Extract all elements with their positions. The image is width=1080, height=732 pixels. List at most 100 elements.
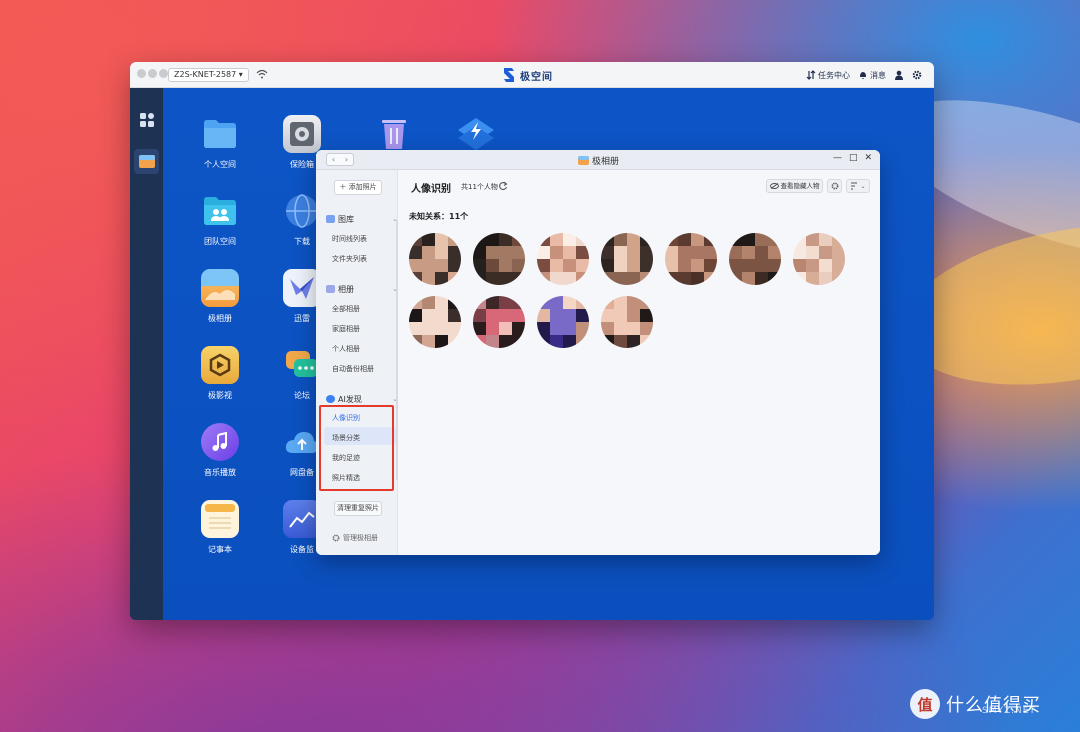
sidebar-item-timeline[interactable]: 时间线列表 (332, 232, 367, 246)
clean-duplicates-button[interactable]: 清理重复照片 (334, 501, 382, 516)
face-avatar[interactable] (473, 233, 525, 285)
face-mosaic-pixel (499, 335, 512, 348)
face-mosaic-pixel (678, 233, 691, 246)
manage-album-link[interactable]: 管理极相册 (332, 533, 378, 543)
face-mosaic-pixel (576, 233, 589, 246)
face-mosaic-pixel (448, 233, 461, 246)
face-mosaic-pixel (486, 233, 499, 246)
ai-icon (326, 395, 335, 403)
face-avatar[interactable] (665, 233, 717, 285)
face-avatar[interactable] (537, 296, 589, 348)
face-mosaic-pixel (742, 233, 755, 246)
task-center-button[interactable]: 任务中心 (806, 70, 850, 81)
photo-album-icon (578, 155, 589, 165)
face-mosaic-pixel (550, 309, 563, 322)
app-trash[interactable] (358, 115, 430, 153)
face-mosaic-pixel (576, 272, 589, 285)
sidebar-item-all-albums[interactable]: 全部相册 (332, 302, 360, 316)
face-mosaic-pixel (473, 272, 486, 285)
face-avatar[interactable] (729, 233, 781, 285)
face-mosaic-pixel (576, 296, 589, 309)
sidebar-item-folders[interactable]: 文件夹列表 (332, 252, 367, 266)
face-mosaic-pixel (793, 246, 806, 259)
face-mosaic-pixel (512, 322, 525, 335)
refresh-icon[interactable] (498, 181, 508, 191)
face-avatar[interactable] (793, 233, 845, 285)
face-mosaic-pixel (640, 296, 653, 309)
face-mosaic-pixel (614, 272, 627, 285)
maximize-button[interactable]: □ (849, 153, 858, 163)
face-mosaic-pixel (691, 246, 704, 259)
face-mosaic-pixel (601, 309, 614, 322)
messages-button[interactable]: 消息 (858, 70, 886, 81)
maximize-dot[interactable] (159, 69, 168, 78)
face-mosaic-pixel (640, 322, 653, 335)
app-lightning[interactable] (440, 115, 512, 153)
sort-button[interactable]: ⌄ (846, 179, 870, 193)
close-dot[interactable] (137, 69, 146, 78)
face-mosaic-pixel (729, 233, 742, 246)
face-mosaic-pixel (537, 259, 550, 272)
face-avatar[interactable] (537, 233, 589, 285)
face-mosaic-pixel (550, 272, 563, 285)
minimize-dot[interactable] (148, 69, 157, 78)
section-albums[interactable]: 相册 ⌄ (326, 282, 398, 296)
face-avatar[interactable] (601, 296, 653, 348)
app-photo-album[interactable]: 极相册 (184, 269, 256, 324)
face-avatar[interactable] (409, 233, 461, 285)
face-avatar[interactable] (409, 296, 461, 348)
face-mosaic-pixel (537, 296, 550, 309)
view-hidden-people-button[interactable]: 查看隐藏人物 (766, 179, 823, 193)
settings-button[interactable] (912, 70, 922, 80)
back-button[interactable]: ‹ (327, 154, 340, 165)
face-mosaic-pixel (640, 335, 653, 348)
face-mosaic-pixel (550, 322, 563, 335)
face-mosaic-pixel (512, 335, 525, 348)
face-mosaic-pixel (473, 246, 486, 259)
safe-icon (283, 115, 321, 153)
face-mosaic-pixel (550, 246, 563, 259)
face-mosaic-pixel (563, 233, 576, 246)
section-ai[interactable]: AI发现 ⌄ (326, 392, 398, 406)
dock-photo-album[interactable] (134, 149, 159, 174)
face-mosaic-pixel (704, 272, 717, 285)
user-button[interactable] (894, 70, 904, 80)
minimize-button[interactable]: — (833, 153, 842, 163)
face-mosaic-pixel (627, 259, 640, 272)
face-mosaic-pixel (627, 272, 640, 285)
face-mosaic-pixel (678, 272, 691, 285)
app-video[interactable]: 极影视 (184, 346, 256, 401)
app-notepad[interactable]: 记事本 (184, 500, 256, 555)
settings-button[interactable] (827, 179, 842, 193)
notepad-icon (201, 500, 239, 538)
chevron-down-icon: ⌄ (860, 182, 866, 190)
app-team-space[interactable]: 团队空间 (184, 192, 256, 247)
face-mosaic-pixel (473, 259, 486, 272)
dock-apps-button[interactable] (134, 107, 159, 132)
grid-icon (139, 112, 154, 127)
music-icon (201, 423, 239, 461)
face-avatar[interactable] (601, 233, 653, 285)
face-mosaic-pixel (601, 296, 614, 309)
face-mosaic-pixel (435, 309, 448, 322)
face-mosaic-pixel (614, 233, 627, 246)
face-mosaic-pixel (640, 246, 653, 259)
face-mosaic-pixel (768, 272, 781, 285)
close-button[interactable]: ✕ (864, 153, 872, 163)
add-photos-button[interactable]: ＋ 添加照片 (334, 180, 382, 195)
sidebar-item-auto-backup[interactable]: 自动备份相册 (332, 362, 374, 376)
face-mosaic-pixel (819, 272, 832, 285)
app-personal-space[interactable]: 个人空间 (184, 115, 256, 170)
forward-button[interactable]: › (340, 154, 353, 165)
task-center-icon (806, 70, 816, 80)
face-mosaic-pixel (473, 322, 486, 335)
face-mosaic-pixel (563, 272, 576, 285)
app-music[interactable]: 音乐播放 (184, 423, 256, 478)
face-mosaic-pixel (435, 335, 448, 348)
section-gallery[interactable]: 图库 ⌄ (326, 212, 398, 226)
face-mosaic-pixel (627, 233, 640, 246)
face-avatar[interactable] (473, 296, 525, 348)
sidebar-item-family-albums[interactable]: 家庭相册 (332, 322, 360, 336)
sidebar-item-personal-albums[interactable]: 个人相册 (332, 342, 360, 356)
device-select[interactable]: Z2S-KNET-2587 ▾ (168, 68, 249, 82)
